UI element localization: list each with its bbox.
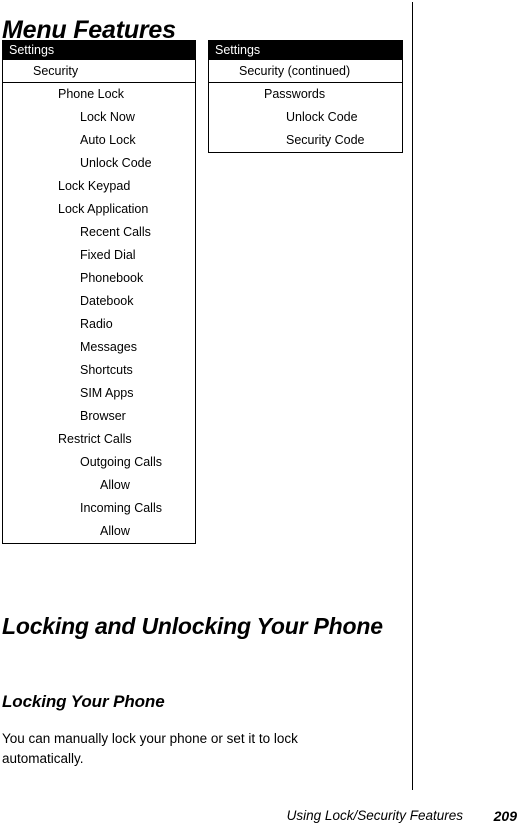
manual-page: Menu Features Settings Security Phone Lo… — [0, 0, 525, 835]
menu-row[interactable]: Security — [3, 60, 195, 83]
menu-row[interactable]: Browser — [3, 405, 195, 428]
footer-running-title: Using Lock/Security Features — [286, 808, 463, 823]
menu-table-header: Settings — [209, 41, 402, 60]
menu-row[interactable]: Passwords — [209, 83, 402, 106]
page-footer: Using Lock/Security Features 209 — [0, 806, 525, 830]
menu-row[interactable]: Messages — [3, 336, 195, 359]
menu-row[interactable]: Fixed Dial — [3, 244, 195, 267]
menu-row[interactable]: Auto Lock — [3, 129, 195, 152]
menu-row[interactable]: Lock Keypad — [3, 175, 195, 198]
menu-row[interactable]: Datebook — [3, 290, 195, 313]
menu-table-header: Settings — [3, 41, 195, 60]
footer-page-number: 209 — [493, 808, 517, 824]
section-heading-secondary: Locking Your Phone — [2, 692, 165, 711]
menu-row[interactable]: Phone Lock — [3, 83, 195, 106]
menu-row[interactable]: Security (continued) — [209, 60, 402, 83]
menu-row[interactable]: Shortcuts — [3, 359, 195, 382]
menu-row[interactable]: Lock Application — [3, 198, 195, 221]
menu-row[interactable]: Outgoing Calls — [3, 451, 195, 474]
menu-row[interactable]: Radio — [3, 313, 195, 336]
right-margin-rule — [412, 2, 413, 790]
body-paragraph: You can manually lock your phone or set … — [2, 730, 298, 766]
menu-row[interactable]: Allow — [3, 520, 195, 543]
menu-row[interactable]: Lock Now — [3, 106, 195, 129]
menu-row[interactable]: Unlock Code — [209, 106, 402, 129]
menu-table-settings-security-continued: Settings Security (continued) Passwords … — [208, 40, 403, 153]
menu-table-settings-security: Settings Security Phone Lock Lock Now Au… — [2, 40, 196, 544]
menu-row[interactable]: Security Code — [209, 129, 402, 152]
menu-row[interactable]: Incoming Calls — [3, 497, 195, 520]
menu-row[interactable]: Restrict Calls — [3, 428, 195, 451]
menu-row[interactable]: Allow — [3, 474, 195, 497]
menu-row[interactable]: Recent Calls — [3, 221, 195, 244]
section-heading-primary: Locking and Unlocking Your Phone — [2, 613, 383, 640]
menu-row[interactable]: SIM Apps — [3, 382, 195, 405]
menu-row[interactable]: Unlock Code — [3, 152, 195, 175]
menu-row[interactable]: Phonebook — [3, 267, 195, 290]
